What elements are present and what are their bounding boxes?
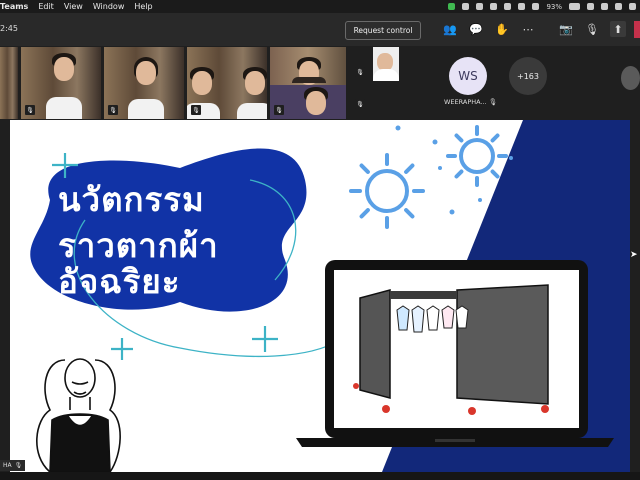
request-control-button[interactable]: Request control (345, 21, 421, 40)
camera-off-icon[interactable]: 📷 (558, 21, 574, 37)
sun-ray (359, 163, 370, 174)
participant-video-tile[interactable]: 🎙 (270, 47, 346, 119)
participant-avatar[interactable]: WS (449, 57, 487, 95)
slide-title-line-1: นวัตกรรม (58, 180, 205, 219)
menu-app-name[interactable]: Teams (0, 2, 28, 11)
woman-illustration (36, 358, 121, 472)
mic-muted-icon: 🎙 (14, 462, 23, 469)
chat-icon[interactable]: 💬 (468, 21, 484, 37)
mic-muted-icon: 🎙 (191, 105, 201, 115)
sun-ray (404, 208, 415, 219)
laptop-illustration (296, 260, 614, 447)
sun-icon (349, 153, 425, 229)
participant-video-tile[interactable]: 🎙 (104, 47, 184, 119)
sun-ray (404, 163, 415, 174)
mic-muted-icon: 🎙 (355, 99, 365, 109)
sun-ray (490, 133, 500, 143)
status-icon[interactable] (462, 3, 470, 10)
wifi-icon[interactable] (587, 3, 594, 10)
status-icon[interactable] (532, 3, 540, 10)
sun-ray (490, 169, 500, 179)
participant-video-tile[interactable] (0, 47, 18, 119)
sun-ray (454, 133, 464, 143)
status-icon[interactable] (476, 3, 484, 10)
bottom-bar (0, 472, 640, 480)
menu-help[interactable]: Help (134, 2, 152, 11)
participant-video-tile[interactable]: 🎙 🎙 (349, 47, 371, 119)
mic-muted-icon: 🎙 (488, 98, 498, 106)
leave-button[interactable] (634, 21, 640, 38)
siri-icon[interactable] (629, 3, 636, 10)
status-green-icon[interactable] (448, 3, 456, 10)
mic-muted-icon: 🎙 (355, 67, 365, 77)
participant-video-tile[interactable]: 🎙 (187, 47, 267, 119)
status-icon[interactable] (504, 3, 512, 10)
participant-video-tile[interactable] (373, 47, 399, 81)
plus-icon (252, 326, 278, 352)
participant-video-tile[interactable]: 🎙 (21, 47, 101, 119)
menu-edit[interactable]: Edit (38, 2, 54, 11)
participant-avatar[interactable] (621, 66, 640, 90)
share-screen-icon[interactable]: ⬆ (610, 21, 626, 37)
self-name-chip: HA 🎙 (0, 460, 26, 471)
slide-title-line-2: ราวตากผ้า (58, 226, 219, 265)
menu-view[interactable]: View (64, 2, 83, 11)
menu-bar: Teams Edit View Window Help 93% (0, 0, 640, 13)
meeting-toolbar: 2:45 Request control 👥 💬 ✋ ⋯ 📷 🎙 ⬆ (0, 13, 640, 46)
sun-ray (454, 169, 464, 179)
people-icon[interactable]: 👥 (442, 21, 458, 37)
mic-off-icon[interactable]: 🎙 (584, 21, 600, 37)
shared-screen-slide: นวัตกรรม ราวตากผ้า อัจฉริยะ (10, 120, 630, 472)
more-participants-badge[interactable]: +163 (509, 57, 547, 95)
reactions-icon[interactable]: ✋ (494, 21, 510, 37)
menu-window[interactable]: Window (93, 2, 125, 11)
sun-icon (446, 125, 508, 187)
participant-name: WEERAPHA... 🎙 (444, 98, 498, 106)
battery-icon[interactable] (569, 3, 580, 10)
status-icons: 93% (448, 0, 636, 13)
status-icon[interactable] (490, 3, 498, 10)
mic-muted-icon: 🎙 (25, 105, 35, 115)
plus-icon (111, 338, 133, 360)
sun-ray (359, 208, 370, 219)
slide-title-line-3: อัจฉริยะ (58, 262, 181, 301)
spotlight-search-icon[interactable] (601, 3, 608, 10)
mic-muted-icon: 🎙 (274, 105, 284, 115)
meeting-timer: 2:45 (0, 24, 18, 33)
mic-muted-icon: 🎙 (108, 105, 118, 115)
mouse-cursor-icon: ➤ (630, 250, 638, 260)
control-center-icon[interactable] (615, 3, 622, 10)
status-icon[interactable] (518, 3, 526, 10)
more-actions-icon[interactable]: ⋯ (520, 21, 536, 37)
battery-percent: 93% (546, 2, 562, 11)
